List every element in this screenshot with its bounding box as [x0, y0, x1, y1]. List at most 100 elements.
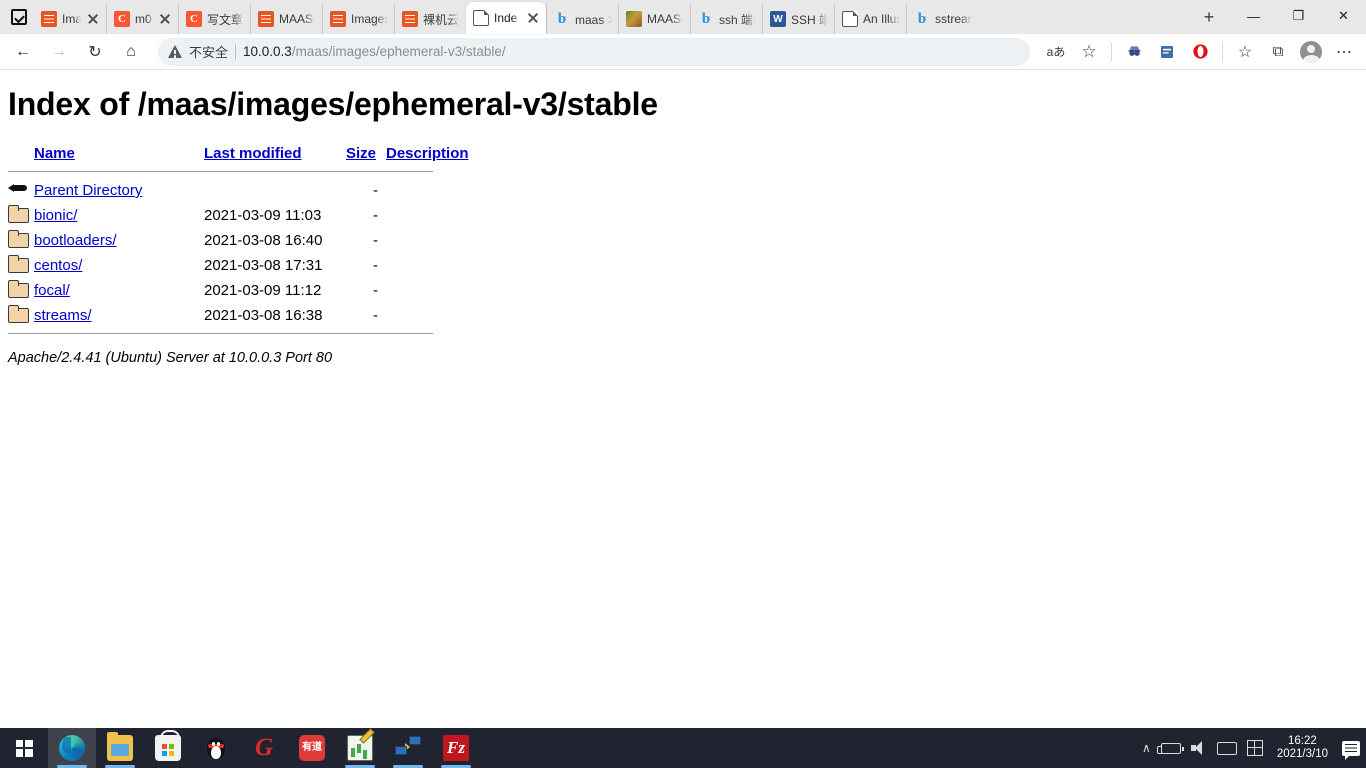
directory-link[interactable]: Parent Directory: [34, 182, 142, 199]
file-explorer-icon: [107, 732, 133, 761]
tab-label: An Illustr: [863, 12, 900, 26]
row-name-cell: focal/: [34, 278, 204, 303]
browser-tab[interactable]: 裸机云快: [394, 4, 466, 34]
settings-and-more-icon[interactable]: ⋯: [1328, 37, 1360, 67]
row-icon-cell: [8, 253, 34, 278]
toolbar-divider-2: [1222, 42, 1223, 61]
server-signature: Apache/2.4.41 (Ubuntu) Server at 10.0.0.…: [8, 350, 333, 366]
maas-icon: [626, 11, 642, 27]
row-icon-cell: [8, 303, 34, 328]
row-description: [386, 228, 469, 253]
directory-link[interactable]: bootloaders/: [34, 232, 117, 249]
volume-icon[interactable]: [1190, 741, 1207, 755]
taskbar-app-youdao[interactable]: 有道: [288, 728, 336, 768]
row-size: -: [373, 182, 378, 199]
taskbar-app-edge[interactable]: [48, 728, 96, 768]
close-window-button[interactable]: ✕: [1321, 0, 1366, 32]
table-header-row: Name Last modified Size Description: [8, 145, 469, 166]
taskbar-app-notepad[interactable]: [336, 728, 384, 768]
extension-dictionary-icon[interactable]: [1151, 37, 1183, 67]
row-name-cell: bootloaders/: [34, 228, 204, 253]
directory-link[interactable]: bionic/: [34, 207, 77, 224]
ime-icon[interactable]: [1246, 740, 1263, 756]
notification-icon[interactable]: [1342, 740, 1360, 760]
taskbar-app-filezilla[interactable]: Fz: [432, 728, 480, 768]
start-button[interactable]: [0, 728, 48, 768]
page-icon: [842, 11, 858, 27]
bing-icon: [914, 11, 930, 27]
folder-icon: [8, 305, 29, 323]
browser-tab[interactable]: Inde: [466, 2, 546, 34]
tab-controls: + — ❐ ✕: [1193, 0, 1366, 34]
taskbar-app-netassist[interactable]: [384, 728, 432, 768]
tab-label: SSH 端口: [791, 12, 828, 27]
taskbar-app-gsearch[interactable]: G: [240, 728, 288, 768]
browser-tab[interactable]: Images |: [322, 4, 394, 34]
forward-icon[interactable]: →: [42, 37, 76, 67]
row-size: -: [373, 282, 378, 299]
browser-tab[interactable]: ssh 端口: [690, 4, 762, 34]
clock-time: 16:22: [1288, 735, 1317, 747]
horizontal-rule-top: [8, 171, 433, 172]
browser-tab[interactable]: Cm0_: [106, 4, 178, 34]
folder-icon: [8, 230, 29, 248]
browser-tab[interactable]: Ima: [34, 4, 106, 34]
new-tab-button[interactable]: +: [1193, 2, 1225, 32]
sort-by-description-link[interactable]: Description: [386, 145, 469, 162]
directory-link[interactable]: streams/: [34, 307, 92, 324]
ubuntu-icon: [258, 11, 274, 27]
header-description: Description: [386, 145, 469, 166]
browser-tab[interactable]: sstream-: [906, 4, 978, 34]
taskbar-app-qq[interactable]: [192, 728, 240, 768]
close-tab-icon[interactable]: [86, 12, 100, 26]
avatar[interactable]: [1295, 37, 1327, 67]
close-tab-icon[interactable]: [526, 11, 540, 25]
browser-tab[interactable]: maas 本: [546, 4, 618, 34]
minimize-button[interactable]: —: [1231, 0, 1276, 32]
collections-icon[interactable]: ⧉: [1262, 37, 1294, 67]
filezilla-icon: Fz: [443, 735, 469, 761]
browser-tab[interactable]: W SSH 端口: [762, 4, 834, 34]
address-bar[interactable]: 不安全 10.0.0.3/maas/images/ephemeral-v3/st…: [158, 37, 1030, 66]
not-secure-warning-icon[interactable]: [168, 45, 182, 58]
browser-tab[interactable]: C 写文章-C: [178, 4, 250, 34]
close-tab-icon[interactable]: [158, 12, 172, 26]
browser-tab[interactable]: An Illustr: [834, 4, 906, 34]
clock[interactable]: 16:22 2021/3/10: [1273, 735, 1332, 761]
directory-link[interactable]: centos/: [34, 257, 82, 274]
sort-by-modified-link[interactable]: Last modified: [204, 145, 302, 162]
row-icon-cell: [8, 228, 34, 253]
tray-overflow-icon[interactable]: ∧: [1142, 741, 1151, 755]
directory-link[interactable]: focal/: [34, 282, 70, 299]
back-icon: [8, 180, 28, 197]
add-favorite-icon[interactable]: ☆: [1073, 37, 1105, 67]
maximize-button[interactable]: ❐: [1276, 0, 1321, 32]
tab-label: maas 本: [575, 12, 612, 27]
directory-rows: Parent Directory - bionic/2021-03-09 11:03…: [8, 178, 469, 328]
taskbar-app-list: G 有道 Fz: [48, 728, 480, 768]
refresh-icon[interactable]: ↻: [78, 37, 112, 67]
csdn-icon: C: [186, 11, 202, 27]
taskbar-app-store[interactable]: [144, 728, 192, 768]
row-size: -: [373, 307, 378, 324]
extension-incognito-icon[interactable]: [1118, 37, 1150, 67]
folder-icon: [8, 280, 29, 298]
row-description: [386, 303, 469, 328]
header-size: Size: [346, 145, 386, 166]
browser-tab[interactable]: MAAS | L: [250, 4, 322, 34]
battery-icon[interactable]: [1156, 742, 1184, 754]
sort-by-name-link[interactable]: Name: [34, 145, 75, 162]
window-menu-icon[interactable]: [4, 0, 34, 34]
row-size: -: [373, 257, 378, 274]
table-top-rule-row: [8, 166, 469, 178]
taskbar-app-explorer[interactable]: [96, 728, 144, 768]
home-icon[interactable]: ⌂: [114, 37, 148, 67]
favorites-icon[interactable]: ☆: [1229, 37, 1261, 67]
read-aloud-icon[interactable]: aあ: [1040, 37, 1072, 67]
keyboard-icon[interactable]: [1216, 741, 1237, 755]
row-last-modified: 2021-03-08 17:31: [204, 257, 323, 274]
extension-opera-icon[interactable]: [1184, 37, 1216, 67]
sort-by-size-link[interactable]: Size: [346, 145, 376, 162]
back-icon[interactable]: ←: [6, 37, 40, 67]
browser-tab[interactable]: MAAS+u: [618, 4, 690, 34]
